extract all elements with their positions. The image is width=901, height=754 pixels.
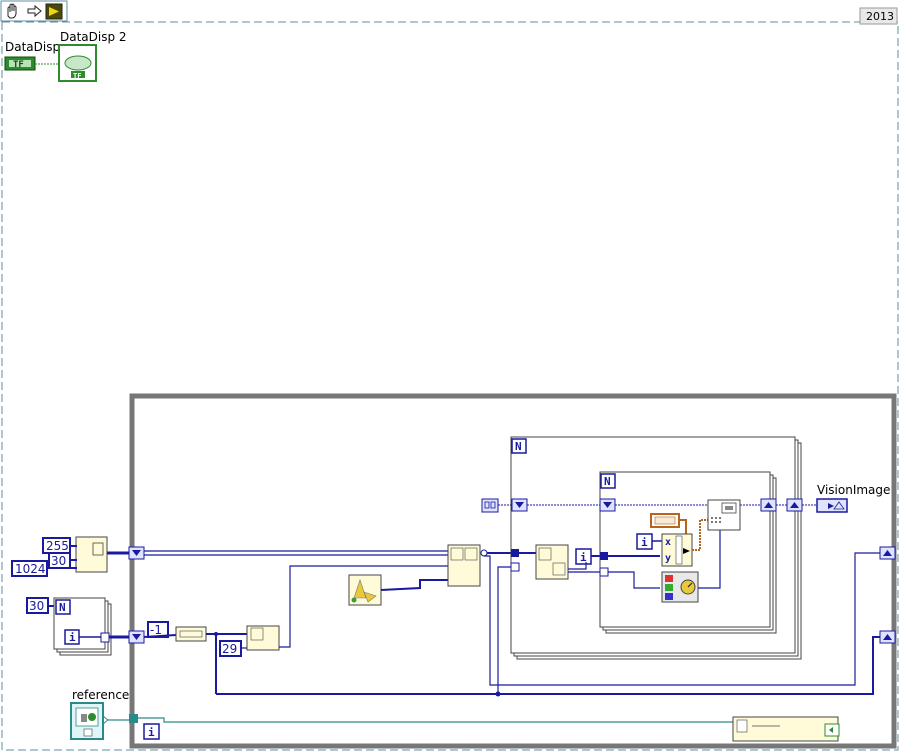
const-30-a-text: 30 — [51, 554, 66, 568]
tunnel-array-mid — [511, 549, 519, 557]
tunnel-array-inner — [600, 552, 608, 560]
i-terminal-left-text: i — [69, 631, 76, 644]
version-label: 2013 — [866, 10, 894, 23]
bundle-node[interactable] — [175, 626, 207, 642]
reference-label: reference — [72, 688, 129, 702]
datadisp2-label: DataDisp 2 — [60, 30, 127, 44]
const-255-text: 255 — [46, 539, 69, 553]
property-node-bottom[interactable] — [732, 716, 839, 742]
image-constant[interactable] — [481, 498, 499, 513]
i-terminal-bottom-text: i — [148, 726, 155, 739]
const-30-b-text: 30 — [29, 599, 44, 613]
block-diagram: 2013 DataDisp TF DataDisp 2 TF 255 1024 … — [0, 0, 899, 751]
index-array-node[interactable] — [447, 544, 481, 587]
visionimage-label: VisionImage — [817, 483, 890, 497]
n-terminal-inner-text: N — [604, 475, 611, 488]
n-terminal-mid-text: N — [515, 440, 522, 453]
run-icon[interactable] — [45, 3, 63, 20]
i-terminal-inner-text: i — [641, 536, 648, 549]
bundle-x-label: x — [665, 537, 671, 548]
reference-tunnel — [129, 714, 138, 723]
n-terminal-left-text: N — [59, 601, 66, 614]
const-neg1-text: -1 — [150, 623, 162, 637]
bundle-y-label: y — [665, 553, 671, 564]
tunnel-index-mid — [510, 562, 520, 572]
initialize-array-node[interactable] — [75, 536, 108, 573]
tunnel-index-inner — [599, 567, 609, 577]
const-1024-text: 1024 — [15, 562, 46, 576]
const-29-text: 29 — [222, 642, 237, 656]
index-array-node-2[interactable] — [535, 544, 569, 580]
datadisp-label: DataDisp — [5, 40, 60, 54]
datadisp2-tf-text: TF — [73, 72, 81, 80]
datadisp-tf-text: TF — [13, 60, 24, 70]
